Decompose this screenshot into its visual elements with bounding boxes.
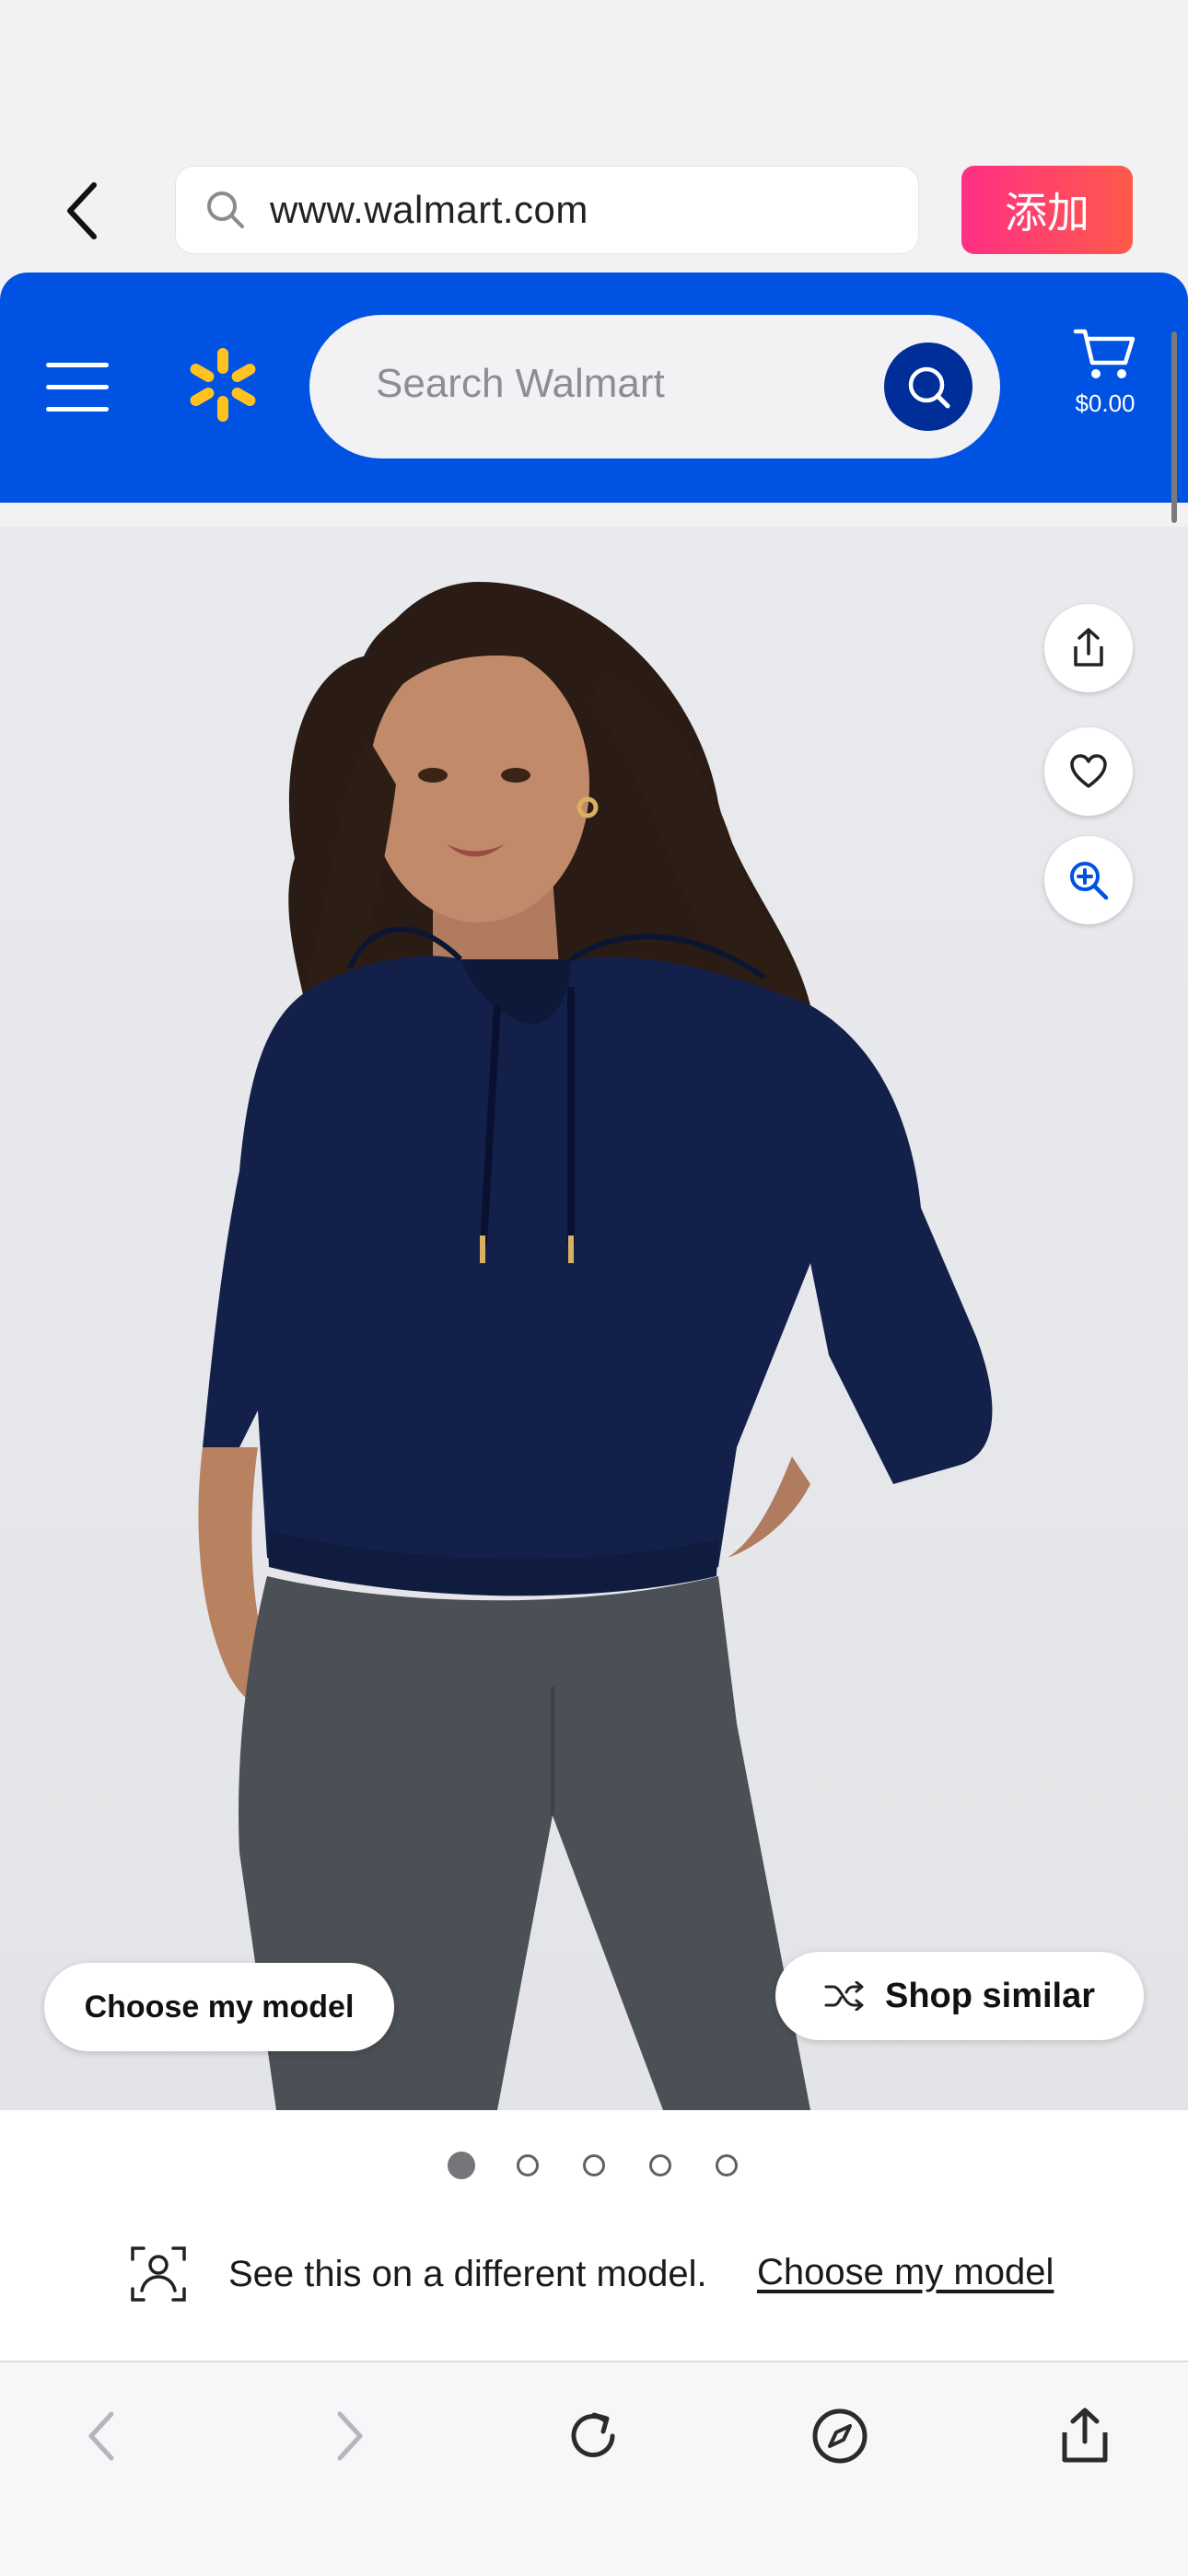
model-scan-icon xyxy=(131,2246,186,2302)
browser-bottom-toolbar xyxy=(0,2361,1188,2576)
walmart-header: Search Walmart $0.00 xyxy=(0,273,1188,503)
forward-icon[interactable] xyxy=(313,2399,387,2473)
heart-icon xyxy=(1070,754,1107,788)
search-placeholder: Search Walmart xyxy=(376,361,665,406)
product-photo xyxy=(198,582,993,2110)
cart-icon xyxy=(1073,329,1136,378)
zoom-button[interactable] xyxy=(1044,836,1133,924)
carousel-indicator xyxy=(0,2152,1188,2184)
walmart-spark-logo[interactable] xyxy=(184,346,262,424)
search-icon xyxy=(207,191,244,228)
add-button[interactable]: 添加 xyxy=(961,166,1133,254)
url-bar[interactable]: www.walmart.com xyxy=(175,166,919,254)
url-text: www.walmart.com xyxy=(270,188,588,231)
carousel-dot-5[interactable] xyxy=(716,2154,738,2176)
cart-button[interactable]: $0.00 xyxy=(1059,326,1151,446)
choose-model-button[interactable]: Choose my model xyxy=(44,1963,394,2051)
product-details-top: See this on a different model. Choose my… xyxy=(0,2110,1188,2361)
compass-icon[interactable] xyxy=(803,2399,877,2473)
carousel-dot-1[interactable] xyxy=(448,2152,475,2179)
shuffle-icon xyxy=(824,1981,864,2011)
shop-similar-button[interactable]: Shop similar xyxy=(775,1952,1144,2040)
different-model-banner: See this on a different model. Choose my… xyxy=(0,2239,1188,2313)
carousel-dot-3[interactable] xyxy=(583,2154,605,2176)
carousel-dot-2[interactable] xyxy=(517,2154,539,2176)
back-icon[interactable] xyxy=(64,2399,138,2473)
menu-icon[interactable] xyxy=(46,363,109,412)
page-scrollbar[interactable] xyxy=(1171,331,1177,523)
model-banner-text: See this on a different model. xyxy=(228,2254,707,2294)
search-icon xyxy=(908,366,950,409)
share-button[interactable] xyxy=(1044,604,1133,692)
search-submit-button[interactable] xyxy=(884,342,973,431)
reload-icon[interactable] xyxy=(556,2399,630,2473)
carousel-dot-4[interactable] xyxy=(649,2154,671,2176)
shop-similar-label: Shop similar xyxy=(884,1976,1096,2015)
share-icon xyxy=(1074,628,1103,667)
walmart-search-input[interactable]: Search Walmart xyxy=(309,315,1000,458)
zoom-in-icon xyxy=(1070,862,1109,900)
share-icon[interactable] xyxy=(1048,2399,1122,2473)
cart-amount: $0.00 xyxy=(1075,389,1136,417)
product-image-carousel[interactable]: Choose my model Shop similar xyxy=(0,527,1188,2110)
favorite-button[interactable] xyxy=(1044,727,1133,816)
browser-top-bar: www.walmart.com 添加 xyxy=(0,0,1188,273)
choose-model-link[interactable]: Choose my model xyxy=(757,2252,1054,2293)
browser-back-icon[interactable] xyxy=(55,177,111,245)
